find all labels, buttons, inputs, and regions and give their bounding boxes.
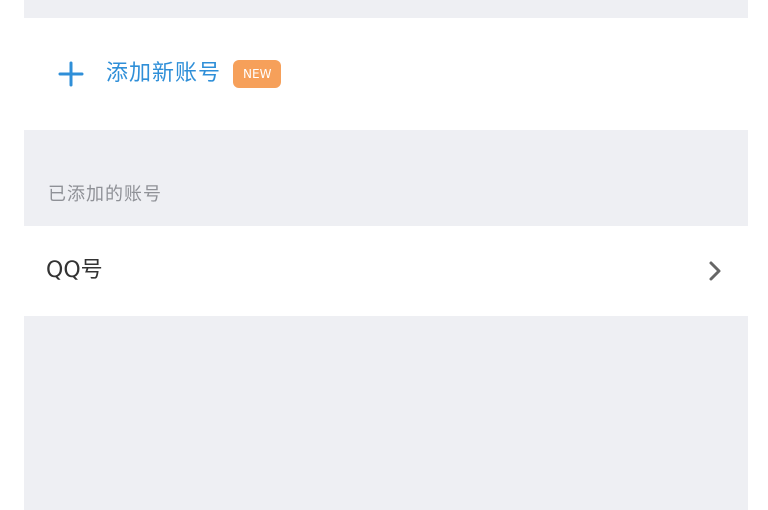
new-badge: NEW xyxy=(233,60,282,88)
chevron-right-icon xyxy=(706,259,724,283)
account-item-qq[interactable]: QQ号 xyxy=(24,226,748,316)
account-item-label: QQ号 xyxy=(46,258,103,283)
add-account-button[interactable]: 添加新账号 NEW xyxy=(24,18,748,130)
screen: 添加新账号 NEW 已添加的账号 QQ号 xyxy=(0,0,768,510)
section-title: 已添加的账号 xyxy=(48,184,162,205)
plus-icon xyxy=(56,59,86,89)
accounts-panel: 添加新账号 NEW 已添加的账号 QQ号 xyxy=(24,0,748,510)
add-account-label: 添加新账号 xyxy=(106,61,222,86)
